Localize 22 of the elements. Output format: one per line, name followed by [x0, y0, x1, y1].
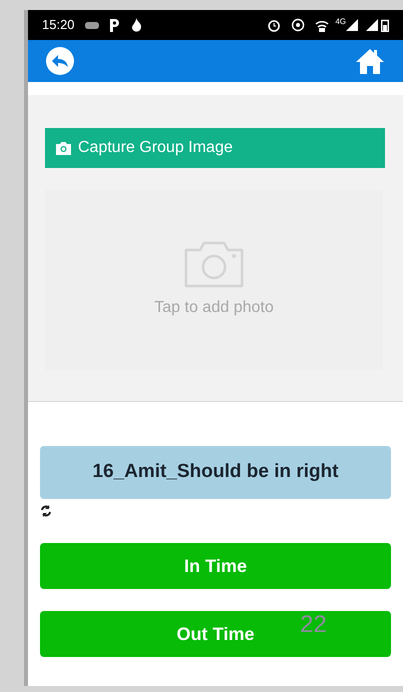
alarm-icon — [267, 18, 282, 32]
back-button[interactable] — [46, 47, 74, 75]
photo-placeholder: Tap to add photo — [154, 298, 274, 318]
signal-icon — [346, 19, 358, 31]
back-arrow-icon — [51, 53, 69, 69]
battery-icon — [381, 18, 389, 32]
refresh-button[interactable] — [40, 505, 52, 517]
status-time: 15:20 — [42, 16, 75, 34]
hotspot-icon — [291, 18, 306, 32]
flame-icon — [130, 18, 142, 32]
cast-icon — [84, 20, 99, 30]
time-button[interactable]: In Time — [40, 543, 391, 589]
network-type: 4G — [335, 16, 346, 28]
camera-icon — [55, 141, 72, 155]
capture-button[interactable]: Capture Group Image — [45, 128, 385, 168]
overlay-number: 22 — [300, 610, 327, 640]
signal-icon — [366, 19, 378, 31]
camera-icon — [182, 240, 246, 288]
group-name-label: 16_Amit_Should be in right — [40, 446, 391, 499]
home-button[interactable] — [355, 47, 385, 75]
wifi-icon — [315, 18, 330, 32]
parking-icon — [108, 18, 119, 32]
